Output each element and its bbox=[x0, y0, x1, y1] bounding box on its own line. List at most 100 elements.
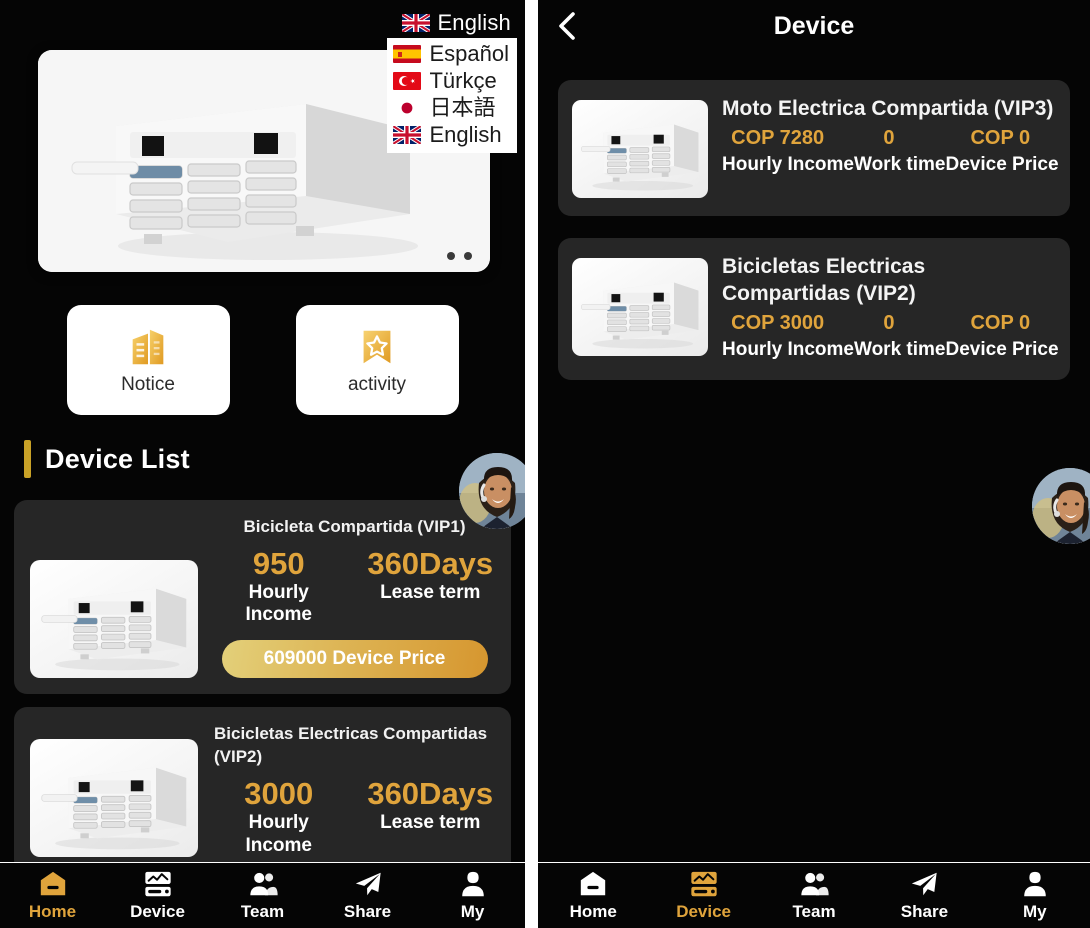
tab-share[interactable]: Share bbox=[315, 869, 420, 922]
team-people-icon bbox=[248, 869, 278, 899]
tab-my[interactable]: My bbox=[420, 869, 525, 922]
language-option-label: Türkçe bbox=[429, 68, 496, 94]
tab-device[interactable]: Device bbox=[105, 869, 210, 922]
customer-service-avatar[interactable] bbox=[459, 453, 525, 529]
device-stat-value: 0 bbox=[833, 125, 944, 151]
device-card[interactable]: Bicicletas Electricas Compartidas (VIP2)… bbox=[14, 707, 511, 868]
language-option-espanol[interactable]: Español bbox=[393, 41, 509, 67]
device-stat-value: 950 bbox=[214, 547, 344, 582]
device-stat: Work time bbox=[854, 153, 946, 178]
team-people-icon bbox=[799, 869, 829, 899]
language-option-label: English bbox=[429, 122, 501, 148]
section-accent-bar bbox=[24, 440, 31, 478]
device-stats: 3000 Hourly Income 360Days Lease term bbox=[214, 777, 495, 857]
device-stat-label: Lease term bbox=[366, 582, 496, 605]
device-stat-values-row: COP 7280 0 COP 0 bbox=[722, 125, 1056, 151]
device-thumbnail bbox=[30, 560, 198, 678]
panel-divider bbox=[525, 0, 538, 928]
home-screen-panel: English Español Türkçe 日本語 English bbox=[0, 0, 525, 928]
carousel-dot[interactable] bbox=[464, 252, 472, 260]
tab-label: Share bbox=[344, 902, 391, 922]
device-name: Bicicletas Electricas Compartidas (VIP2) bbox=[214, 723, 495, 769]
chevron-left-icon[interactable] bbox=[554, 11, 580, 41]
device-name: Moto Electrica Compartida (VIP3) bbox=[722, 96, 1056, 123]
tab-my[interactable]: My bbox=[980, 869, 1090, 922]
tab-device[interactable]: Device bbox=[648, 869, 758, 922]
tab-home[interactable]: Home bbox=[0, 869, 105, 922]
device-stat: 0 bbox=[833, 310, 944, 336]
notice-button[interactable]: Notice bbox=[67, 305, 230, 415]
device-name: Bicicletas Electricas Compartidas (VIP2) bbox=[722, 254, 1056, 308]
device-thumbnail bbox=[572, 100, 708, 198]
bottom-tab-bar[interactable]: Home Device Team Share My bbox=[538, 862, 1090, 928]
device-stat: 360Days Lease term bbox=[366, 547, 496, 627]
device-stat-label: Hourly Income bbox=[214, 812, 344, 858]
flag-turkey-icon bbox=[393, 72, 421, 90]
flag-japan-icon bbox=[393, 99, 421, 117]
quick-actions-row: Notice activity bbox=[0, 305, 525, 415]
device-stat: Device Price bbox=[946, 153, 1059, 178]
tab-team[interactable]: Team bbox=[210, 869, 315, 922]
language-dropdown[interactable]: Español Türkçe 日本語 English bbox=[387, 38, 517, 153]
device-stat: COP 0 bbox=[945, 310, 1056, 336]
device-card[interactable]: Moto Electrica Compartida (VIP3) COP 728… bbox=[558, 80, 1070, 216]
power-bank-station-icon bbox=[30, 560, 198, 678]
device-stat-label: Hourly Income bbox=[722, 338, 854, 363]
language-current-label: English bbox=[437, 10, 511, 36]
user-profile-icon bbox=[458, 869, 488, 899]
device-stat-values-row: COP 3000 0 COP 0 bbox=[722, 310, 1056, 336]
device-stat-label: Lease term bbox=[366, 812, 496, 835]
device-stats: 950 Hourly Income 360Days Lease term bbox=[214, 547, 495, 627]
flag-spain-icon bbox=[393, 45, 421, 63]
tab-team[interactable]: Team bbox=[759, 869, 869, 922]
device-thumbnail bbox=[30, 739, 198, 857]
home-device-list[interactable]: Bicicleta Compartida (VIP1) 950 Hourly I… bbox=[14, 500, 511, 868]
device-name: Bicicleta Compartida (VIP1) bbox=[214, 516, 495, 539]
device-stat-value: COP 0 bbox=[945, 310, 1056, 336]
device-stat-value: 0 bbox=[833, 310, 944, 336]
tab-home[interactable]: Home bbox=[538, 869, 648, 922]
tab-share[interactable]: Share bbox=[869, 869, 979, 922]
device-stat: 3000 Hourly Income bbox=[214, 777, 344, 857]
tab-label: Device bbox=[130, 902, 185, 922]
device-stat-value: 360Days bbox=[366, 547, 496, 582]
flag-uk-icon bbox=[402, 14, 430, 32]
power-bank-station-icon bbox=[572, 100, 708, 198]
language-selector-current[interactable]: English bbox=[402, 10, 511, 36]
device-card[interactable]: Bicicletas Electricas Compartidas (VIP2)… bbox=[558, 238, 1070, 380]
device-stat-label: Work time bbox=[854, 153, 946, 178]
share-paper-plane-icon bbox=[353, 869, 383, 899]
device-stat: 0 bbox=[833, 125, 944, 151]
device-stat: Work time bbox=[854, 338, 946, 363]
carousel-dots[interactable] bbox=[447, 252, 472, 260]
customer-service-avatar[interactable] bbox=[1032, 468, 1090, 544]
tab-label: Team bbox=[792, 902, 835, 922]
language-option-japanese[interactable]: 日本語 bbox=[393, 95, 509, 121]
language-option-english[interactable]: English bbox=[393, 122, 509, 148]
notice-button-label: Notice bbox=[121, 374, 175, 396]
language-option-turkce[interactable]: Türkçe bbox=[393, 68, 509, 94]
device-stat: 360Days Lease term bbox=[366, 777, 496, 857]
activity-button[interactable]: activity bbox=[296, 305, 459, 415]
tab-label: Device bbox=[676, 902, 731, 922]
carousel-dot[interactable] bbox=[447, 252, 455, 260]
power-bank-station-icon bbox=[572, 258, 708, 356]
device-monitor-icon bbox=[689, 869, 719, 899]
device-card-body: Bicicletas Electricas Compartidas (VIP2)… bbox=[214, 721, 495, 857]
bottom-tab-bar[interactable]: Home Device Team Share My bbox=[0, 862, 525, 928]
device-page-list[interactable]: Moto Electrica Compartida (VIP3) COP 728… bbox=[538, 52, 1090, 380]
device-screen-panel: Device Moto Electrica Compartida (VIP3) … bbox=[538, 0, 1090, 928]
device-card[interactable]: Bicicleta Compartida (VIP1) 950 Hourly I… bbox=[14, 500, 511, 694]
device-stat-label: Device Price bbox=[946, 338, 1059, 363]
device-price-button[interactable]: 609000 Device Price bbox=[222, 640, 488, 678]
device-stat-value: 3000 bbox=[214, 777, 344, 812]
agent-portrait-icon bbox=[1032, 468, 1090, 544]
device-stat-value: COP 7280 bbox=[722, 125, 833, 151]
device-card-body: Moto Electrica Compartida (VIP3) COP 728… bbox=[722, 96, 1056, 198]
device-stat: Hourly Income bbox=[722, 153, 854, 178]
agent-portrait-icon bbox=[459, 453, 525, 529]
activity-button-label: activity bbox=[348, 374, 406, 396]
device-stat-label: Hourly Income bbox=[214, 582, 344, 628]
home-icon bbox=[38, 869, 68, 899]
device-stat: COP 3000 bbox=[722, 310, 833, 336]
